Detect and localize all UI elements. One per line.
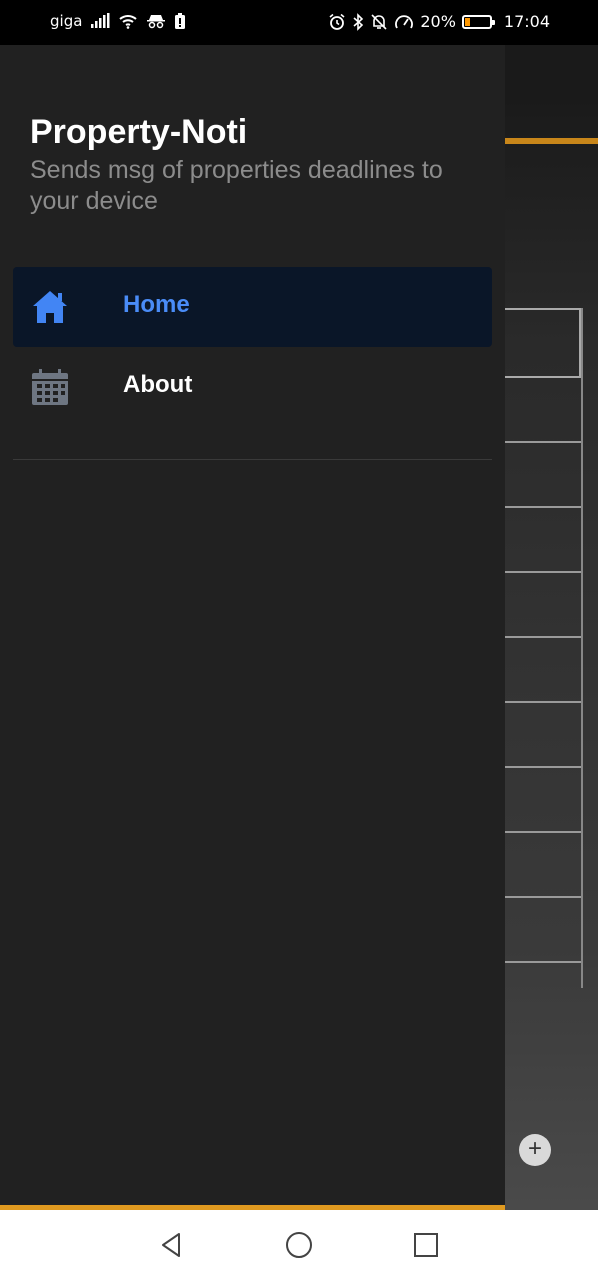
system-navigation-bar: [0, 1210, 598, 1280]
drawer-divider: [13, 459, 492, 460]
drawer-title: Property-Noti: [30, 113, 248, 151]
navigation-drawer: Property-Noti Sends msg of properties de…: [0, 45, 505, 1210]
background-table-row: [505, 308, 581, 378]
status-bar-left: giga: [50, 12, 186, 30]
battery-level-fill: [464, 17, 470, 26]
alarm-icon: [329, 13, 345, 30]
speedometer-icon: [395, 14, 414, 28]
add-button[interactable]: +: [519, 1134, 551, 1166]
recents-icon[interactable]: [411, 1230, 441, 1260]
background-table-row: [505, 508, 581, 573]
carrier-name: giga: [50, 12, 83, 30]
background-table-row: [505, 898, 581, 963]
back-icon[interactable]: [157, 1230, 187, 1260]
status-bar-right: 20% 17:04: [328, 12, 550, 31]
incognito-icon: [147, 15, 166, 29]
battery-alert-icon: [175, 13, 186, 29]
background-table-row: [505, 833, 581, 898]
signal-icon: [91, 13, 110, 28]
background-accent-bar: [505, 138, 598, 144]
status-bar: giga 20% 17:04: [0, 0, 598, 45]
background-table-row: [505, 703, 581, 768]
background-page: +: [505, 45, 598, 1210]
nav-item-about[interactable]: About: [13, 347, 492, 427]
nav-item-home[interactable]: Home: [13, 267, 492, 347]
background-table-row: [505, 443, 581, 508]
battery-percent: 20%: [420, 12, 456, 31]
drawer-subtitle: Sends msg of properties deadlines to you…: [30, 156, 443, 215]
battery-icon: [461, 14, 495, 29]
background-table-row: [505, 638, 581, 703]
clock: 17:04: [503, 12, 550, 31]
home-icon: [33, 291, 67, 323]
home-circle-icon[interactable]: [284, 1230, 314, 1260]
background-table: [505, 308, 583, 988]
background-table-row: [505, 573, 581, 638]
nav-item-about-label: About: [123, 371, 193, 398]
plus-icon: +: [527, 1135, 542, 1162]
mute-bell-icon: [371, 13, 387, 30]
background-table-row: [505, 768, 581, 833]
background-table-row: [505, 378, 581, 443]
bluetooth-icon: [353, 12, 364, 31]
calendar-icon: [32, 369, 68, 405]
nav-item-home-label: Home: [123, 291, 190, 318]
wifi-icon: [119, 15, 138, 29]
